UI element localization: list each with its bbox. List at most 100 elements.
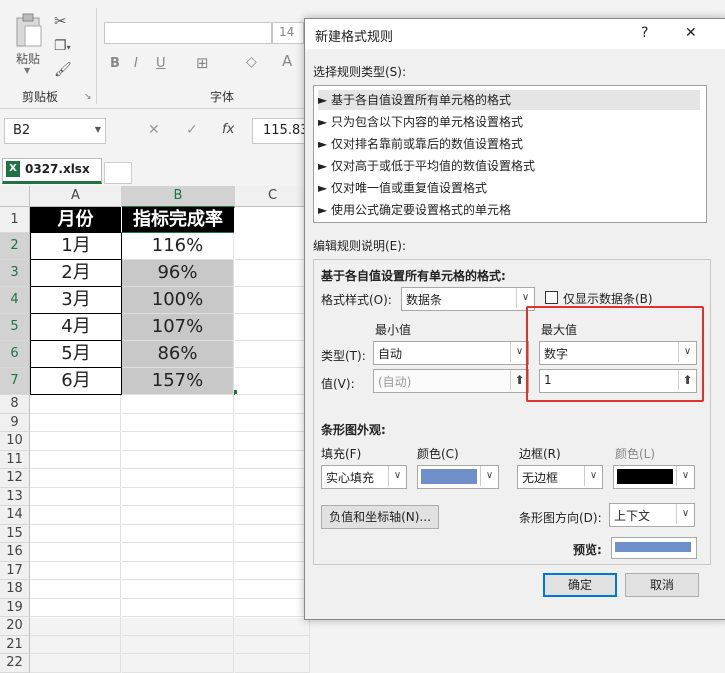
negative-axis-button[interactable]: 负值和坐标轴(N)... (321, 505, 439, 529)
row-header[interactable]: 1 (0, 207, 30, 233)
bar-direction-select[interactable]: 上下文 ∨ (609, 503, 695, 527)
font-color-icon[interactable]: A (282, 52, 292, 70)
font-name-box[interactable] (104, 22, 272, 44)
empty-cell[interactable] (235, 654, 310, 673)
empty-cell[interactable] (235, 635, 310, 654)
empty-cell[interactable] (122, 395, 234, 414)
empty-cell[interactable] (30, 524, 121, 543)
row-header[interactable]: 11 (0, 450, 30, 469)
empty-cell[interactable] (30, 487, 121, 506)
row-header[interactable]: 16 (0, 543, 30, 562)
select-all-corner[interactable] (0, 186, 30, 207)
row-header[interactable]: 9 (0, 413, 30, 432)
empty-cell[interactable] (235, 287, 310, 314)
bold-button[interactable]: B (110, 56, 120, 71)
empty-cell[interactable] (122, 487, 234, 506)
help-button[interactable]: ? (641, 25, 648, 41)
row-header[interactable]: 4 (0, 287, 30, 314)
rule-type-item[interactable]: ► 仅对排名靠前或靠后的数值设置格式 (318, 134, 700, 154)
empty-cell[interactable] (235, 524, 310, 543)
column-header-a[interactable]: A (30, 186, 122, 207)
border-icon[interactable]: ⊞ (196, 54, 209, 72)
row-header[interactable]: 5 (0, 314, 30, 341)
empty-cell[interactable] (235, 341, 310, 368)
empty-cell[interactable] (30, 506, 121, 525)
column-header-b[interactable]: B (122, 186, 235, 208)
empty-cell[interactable] (122, 654, 234, 673)
rate-cell[interactable]: 86% (122, 341, 234, 368)
rule-type-item[interactable]: ► 仅对唯一值或重复值设置格式 (318, 178, 700, 198)
empty-cell[interactable] (30, 543, 121, 562)
empty-cell[interactable] (235, 561, 310, 580)
row-header[interactable]: 17 (0, 561, 30, 580)
empty-cell[interactable] (235, 598, 310, 617)
format-style-select[interactable]: 数据条 ∨ (401, 287, 535, 311)
header-cell-month[interactable]: 月份 (30, 207, 121, 233)
empty-cell[interactable] (235, 432, 310, 451)
empty-cell[interactable] (122, 635, 234, 654)
empty-cell[interactable] (235, 543, 310, 562)
empty-cell[interactable] (235, 233, 310, 260)
month-cell[interactable]: 4月 (30, 314, 122, 341)
row-header[interactable]: 14 (0, 506, 30, 525)
month-cell[interactable]: 1月 (30, 233, 122, 260)
copy-icon[interactable]: ❐▾ (54, 38, 71, 54)
empty-cell[interactable] (30, 580, 121, 599)
empty-cell[interactable] (122, 580, 234, 599)
empty-cell[interactable] (235, 469, 310, 488)
font-size-box[interactable]: 14 (272, 22, 304, 44)
cancel-entry-icon[interactable]: ✕ (148, 122, 160, 138)
min-value-input[interactable]: (自动) ⬆ (373, 369, 529, 393)
empty-cell[interactable] (30, 654, 121, 673)
min-type-select[interactable]: 自动 ∨ (373, 341, 529, 365)
row-header[interactable]: 13 (0, 487, 30, 506)
row-header[interactable]: 12 (0, 469, 30, 488)
empty-cell[interactable] (30, 617, 121, 636)
empty-cell[interactable] (235, 450, 310, 469)
row-header[interactable]: 15 (0, 524, 30, 543)
dialog-launcher-icon[interactable]: ↘ (84, 92, 92, 102)
fill-select[interactable]: 实心填充 ∨ (321, 465, 407, 489)
header-cell-rate[interactable]: 指标完成率 (122, 207, 234, 233)
show-bar-only-label[interactable]: 仅显示数据条(B) (563, 290, 653, 307)
enter-icon[interactable]: ✓ (186, 122, 198, 138)
insert-function-button[interactable]: fx (222, 122, 234, 137)
paste-button[interactable]: 粘贴 ▼ (10, 12, 48, 76)
show-bar-only-checkbox[interactable] (545, 291, 558, 304)
row-header[interactable]: 8 (0, 395, 30, 414)
empty-cell[interactable] (30, 598, 121, 617)
empty-cell[interactable] (235, 314, 310, 341)
empty-cell[interactable] (30, 413, 121, 432)
workbook-tab[interactable]: X 0327.xlsx (2, 158, 102, 184)
rate-cell[interactable]: 107% (122, 314, 234, 341)
empty-cell[interactable] (235, 368, 310, 395)
row-header[interactable]: 19 (0, 598, 30, 617)
row-header[interactable]: 21 (0, 635, 30, 654)
empty-cell[interactable] (122, 450, 234, 469)
row-header[interactable]: 6 (0, 341, 30, 368)
row-header[interactable]: 20 (0, 617, 30, 636)
empty-cell[interactable] (30, 432, 121, 451)
empty-cell[interactable] (122, 543, 234, 562)
month-cell[interactable]: 5月 (30, 341, 122, 368)
border-select[interactable]: 无边框 ∨ (517, 465, 603, 489)
empty-cell[interactable] (235, 260, 310, 287)
ok-button[interactable]: 确定 (543, 573, 617, 597)
rate-cell[interactable]: 116% (122, 233, 234, 260)
empty-cell[interactable] (235, 487, 310, 506)
empty-cell[interactable] (235, 506, 310, 525)
empty-cell[interactable] (122, 524, 234, 543)
rate-cell[interactable]: 157% (122, 368, 234, 395)
row-header[interactable]: 18 (0, 580, 30, 599)
empty-cell[interactable] (235, 580, 310, 599)
month-cell[interactable]: 2月 (30, 260, 122, 287)
underline-button[interactable]: U (156, 56, 166, 71)
empty-cell[interactable] (30, 561, 121, 580)
empty-cell[interactable] (122, 469, 234, 488)
fill-color-icon[interactable]: ◇ (246, 54, 257, 70)
rule-type-item[interactable]: ► 仅对高于或低于平均值的数值设置格式 (318, 156, 700, 176)
cancel-button[interactable]: 取消 (625, 573, 699, 597)
format-painter-icon[interactable]: 🖌 (54, 62, 72, 78)
border-color-select[interactable]: ∨ (613, 465, 695, 489)
rate-cell[interactable]: 100% (122, 287, 234, 314)
